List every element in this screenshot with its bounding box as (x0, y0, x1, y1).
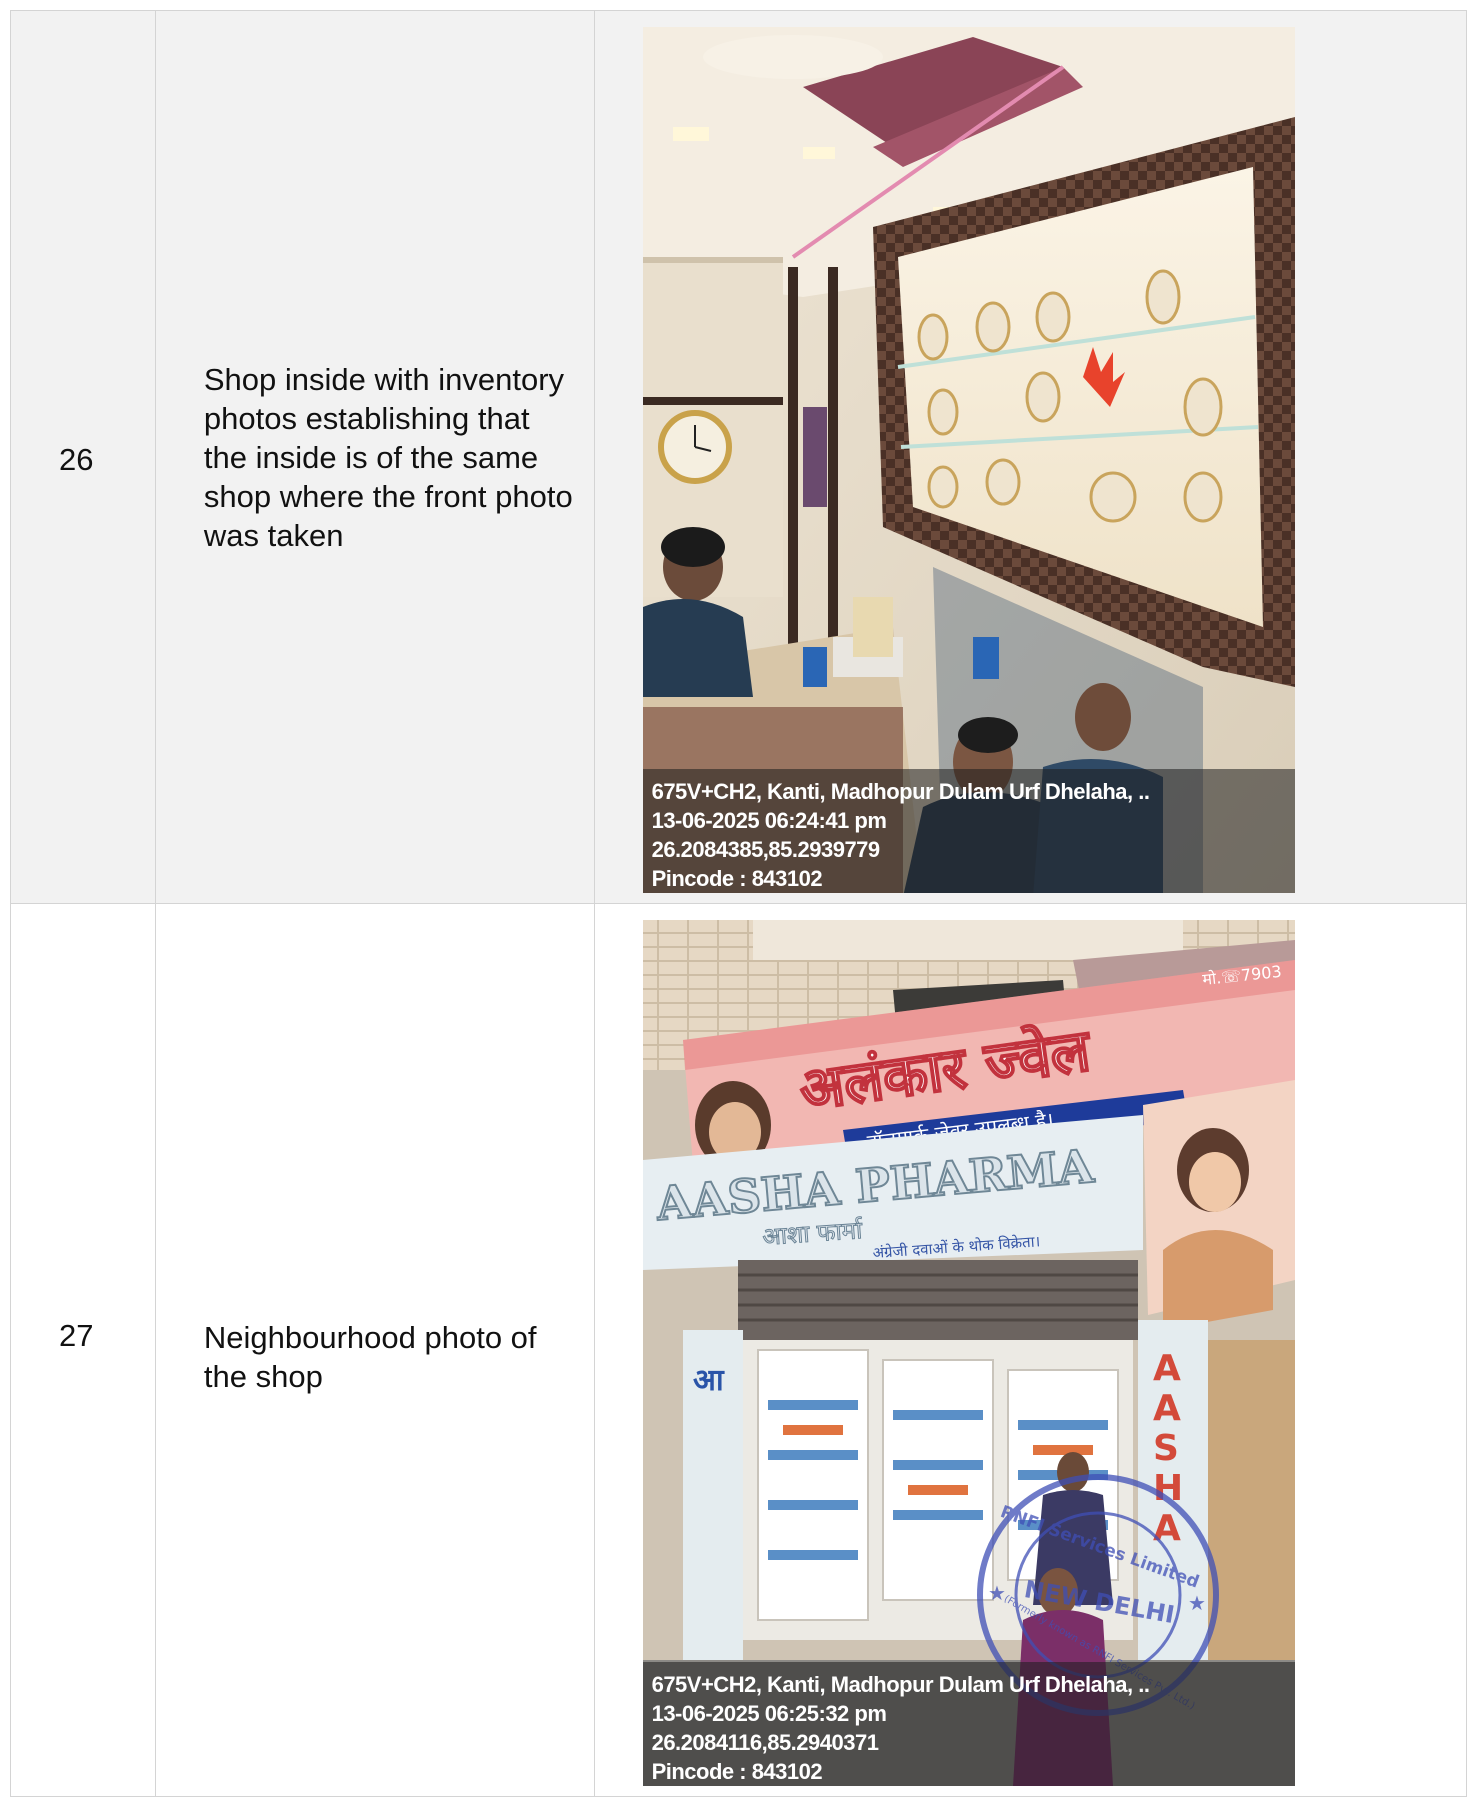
pillar-left-text: आ (693, 1363, 725, 1398)
row-description: Neighbourhood photo of the shop (154, 903, 595, 1797)
side-sign-letters: AASHA (1153, 1348, 1183, 1549)
shopfront-illustration: अलंकार ज्वेल हॉलमार्क जेवर उपलब्ध है। मो… (642, 920, 1295, 1786)
star-icon: ★ (988, 1581, 1006, 1605)
svg-text:A: A (1153, 1388, 1181, 1429)
star-icon: ★ (1188, 1591, 1206, 1615)
photo-cell: अलंकार ज्वेल हॉलमार्क जेवर उपलब्ध है। मो… (593, 903, 1467, 1797)
geotag-coordinates: 26.2084385,85.2939779 (651, 837, 881, 862)
geotag-address: 675V+CH2, Kanti, Madhopur Dulam Urf Dhel… (651, 1672, 1150, 1697)
svg-text:A: A (1153, 1508, 1181, 1549)
svg-text:S: S (1153, 1428, 1179, 1469)
svg-text:A: A (1153, 1348, 1181, 1389)
geotag-overlay: 675V+CH2, Kanti, Madhopur Dulam Urf Dhel… (642, 1662, 1295, 1786)
report-table: 26 Shop inside with inventory photos est… (10, 10, 1467, 1797)
geotag-overlay: 675V+CH2, Kanti, Madhopur Dulam Urf Dhel… (642, 769, 1295, 893)
geotag-datetime: 13-06-2025 06:24:41 pm (651, 808, 887, 833)
geotag-datetime: 13-06-2025 06:25:32 pm (651, 1701, 887, 1726)
geotag-address: 675V+CH2, Kanti, Madhopur Dulam Urf Dhel… (651, 779, 1150, 804)
geotag-coordinates: 26.2084116,85.2940371 (651, 1730, 879, 1755)
neighbourhood-photo: अलंकार ज्वेल हॉलमार्क जेवर उपलब्ध है। मो… (642, 920, 1295, 1786)
shop-interior-illustration (642, 27, 1295, 893)
shop-inside-photo: 675V+CH2, Kanti, Madhopur Dulam Urf Dhel… (642, 27, 1295, 893)
table-row: 26 Shop inside with inventory photos est… (10, 10, 1467, 904)
row-number: 26 (10, 10, 156, 904)
row-description: Shop inside with inventory photos establ… (154, 10, 595, 904)
row-number: 27 (10, 903, 156, 1797)
photo-cell: 675V+CH2, Kanti, Madhopur Dulam Urf Dhel… (593, 10, 1467, 904)
geotag-pincode: Pincode : 843102 (651, 1759, 823, 1784)
geotag-pincode: Pincode : 843102 (651, 866, 823, 891)
table-row: 27 Neighbourhood photo of the shop अलंका… (10, 903, 1467, 1797)
